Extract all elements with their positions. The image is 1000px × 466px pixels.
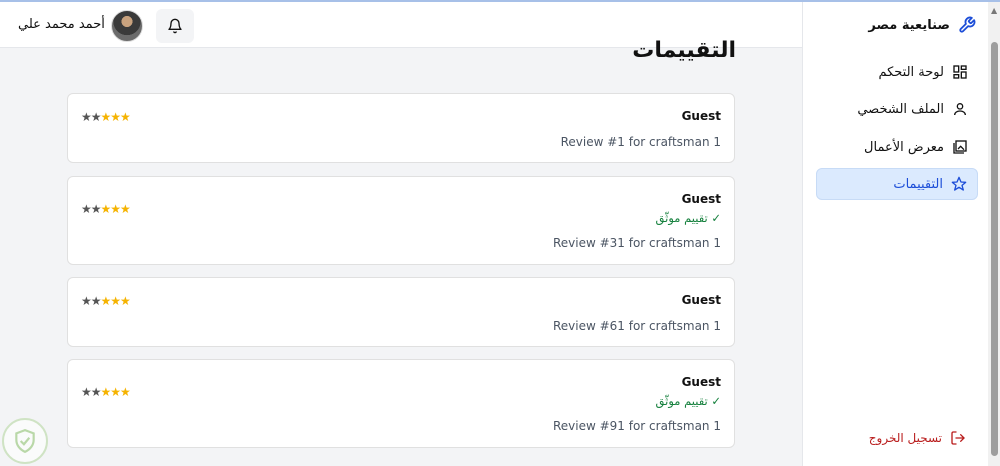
brand-name: صنايعية مصر (868, 17, 950, 33)
logout-button[interactable]: تسجيل الخروج (869, 430, 966, 446)
bell-icon (168, 18, 182, 34)
user-icon (954, 103, 966, 116)
star-rating: ★★★★★ (81, 294, 131, 308)
brand[interactable]: صنايعية مصر (868, 16, 976, 34)
review-text: Review #61 for craftsman 1 (552, 319, 721, 333)
scroll-up-arrow-icon[interactable]: ▲ (991, 6, 997, 15)
logout-label: تسجيل الخروج (868, 431, 942, 445)
sidebar-item-label: معرض الأعمال (864, 139, 944, 155)
star-rating: ★★★★★ (81, 202, 131, 216)
gallery-icon (953, 140, 967, 154)
reviewer-name: Guest (681, 375, 721, 389)
review-card: Guest Review #61 for craftsman 1 ★★★★★ (67, 277, 735, 347)
review-text: Review #91 for craftsman 1 (552, 419, 721, 433)
reviewer-name: Guest (681, 293, 721, 307)
page-title: التقييمات (632, 38, 736, 63)
star-rating: ★★★★★ (81, 110, 131, 124)
reviewer-name: Guest (681, 192, 721, 206)
wrench-icon (959, 16, 976, 33)
user-name[interactable]: أحمد محمد علي (18, 17, 105, 32)
star-rating: ★★★★★ (81, 385, 131, 399)
shield-icon (15, 429, 35, 454)
sidebar-item-label: التقييمات (893, 176, 943, 192)
dashboard-icon (953, 65, 967, 79)
sidebar-item-label: لوحة التحكم (878, 64, 944, 80)
watermark-logo (2, 418, 48, 464)
reviewer-name: Guest (681, 109, 721, 123)
sidebar-item-dashboard[interactable]: لوحة التحكم (816, 56, 978, 88)
avatar[interactable] (111, 10, 143, 42)
sidebar: صنايعية مصر لوحة التحكم الملف الشخصي معر… (802, 2, 988, 466)
star-icon (951, 176, 967, 191)
notifications-button[interactable] (156, 9, 194, 43)
review-card: Guest ✓ تقييم موثّق Review #91 for craft… (67, 359, 735, 448)
sidebar-item-reviews[interactable]: التقييمات (816, 168, 978, 200)
page-scrollbar[interactable]: ▲ (988, 2, 1000, 466)
verified-badge: ✓ تقييم موثّق (655, 211, 721, 225)
review-card: Guest Review #1 for craftsman 1 ★★★★★ (67, 93, 735, 163)
review-text: Review #1 for craftsman 1 (560, 135, 721, 149)
verified-badge: ✓ تقييم موثّق (655, 394, 721, 408)
sidebar-item-label: الملف الشخصي (857, 101, 944, 117)
sidebar-item-profile[interactable]: الملف الشخصي (816, 93, 978, 125)
logout-icon (951, 431, 965, 445)
review-card: Guest ✓ تقييم موثّق Review #31 for craft… (67, 176, 735, 265)
review-text: Review #31 for craftsman 1 (552, 236, 721, 250)
scroll-thumb[interactable] (991, 42, 998, 456)
sidebar-item-portfolio[interactable]: معرض الأعمال (816, 131, 978, 163)
